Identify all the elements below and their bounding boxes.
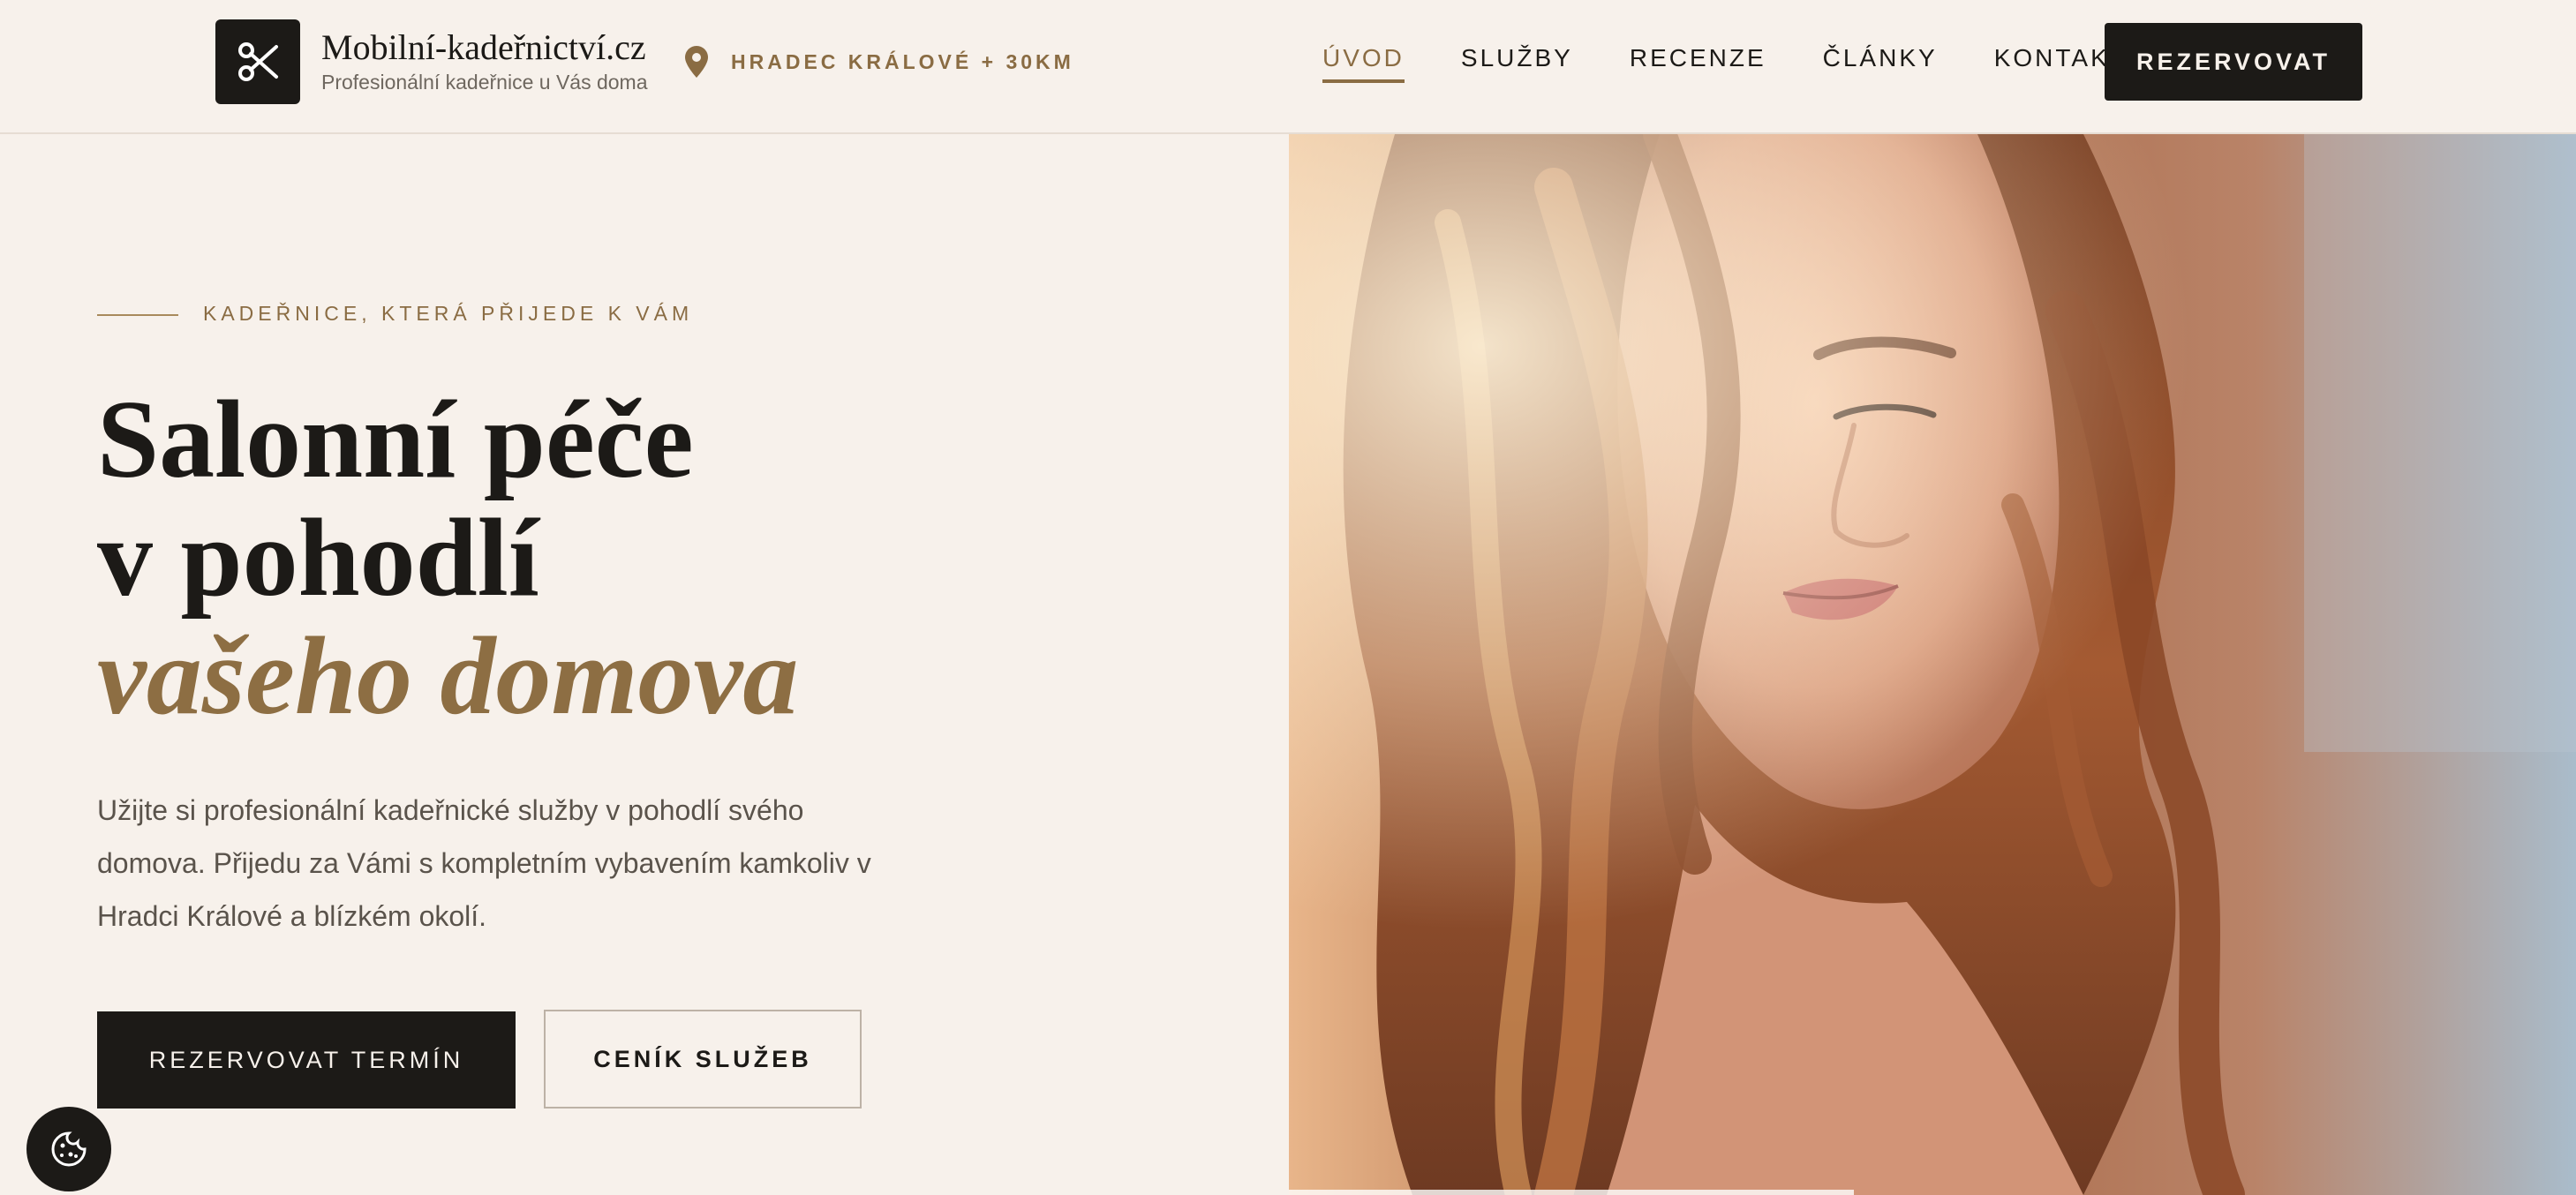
hero-portrait-image [1289, 134, 2576, 1195]
carousel-progress [1289, 1190, 1854, 1195]
nav-item-uvod[interactable]: ÚVOD [1322, 44, 1405, 83]
site-header: Mobilní-kadeřnictví.cz Profesionální kad… [0, 0, 2576, 134]
brand-name[interactable]: Mobilní-kadeřnictví.cz [321, 26, 646, 68]
nav-item-sluzby[interactable]: SLUŽBY [1461, 44, 1573, 83]
headline-line-2: v pohodlí [97, 497, 539, 620]
headline-line-1: Salonní péče [97, 379, 694, 501]
price-list-button[interactable]: CENÍK SLUŽEB [544, 1010, 862, 1109]
book-appointment-button[interactable]: REZERVOVAT TERMÍN [97, 1011, 516, 1109]
nav-item-recenze[interactable]: RECENZE [1630, 44, 1766, 83]
logo[interactable] [215, 19, 300, 104]
map-pin-icon [685, 46, 708, 78]
cookie-icon [51, 1131, 87, 1167]
scissors-icon [238, 42, 278, 81]
hero-headline: Salonní péče v pohodlí vašeho domova [97, 381, 798, 736]
hero-intro: Užijte si profesionální kadeřnické služb… [97, 794, 871, 932]
service-area-label: HRADEC KRÁLOVÉ + 30KM [731, 49, 1074, 73]
reserve-button[interactable]: REZERVOVAT [2105, 23, 2362, 101]
hero-eyebrow: KADEŘNICE, KTERÁ PŘIJEDE K VÁM [203, 302, 694, 325]
headline-accent: vašeho domova [97, 615, 799, 738]
cookie-settings-button[interactable] [26, 1107, 111, 1191]
brand-tagline: Profesionální kadeřnice u Vás doma [321, 71, 648, 94]
service-area: HRADEC KRÁLOVÉ + 30KM [685, 46, 1074, 78]
main-nav: ÚVOD SLUŽBY RECENZE ČLÁNKY KONTAKT [1322, 44, 2128, 83]
eyebrow-divider [97, 314, 178, 316]
nav-item-clanky[interactable]: ČLÁNKY [1823, 44, 1938, 83]
